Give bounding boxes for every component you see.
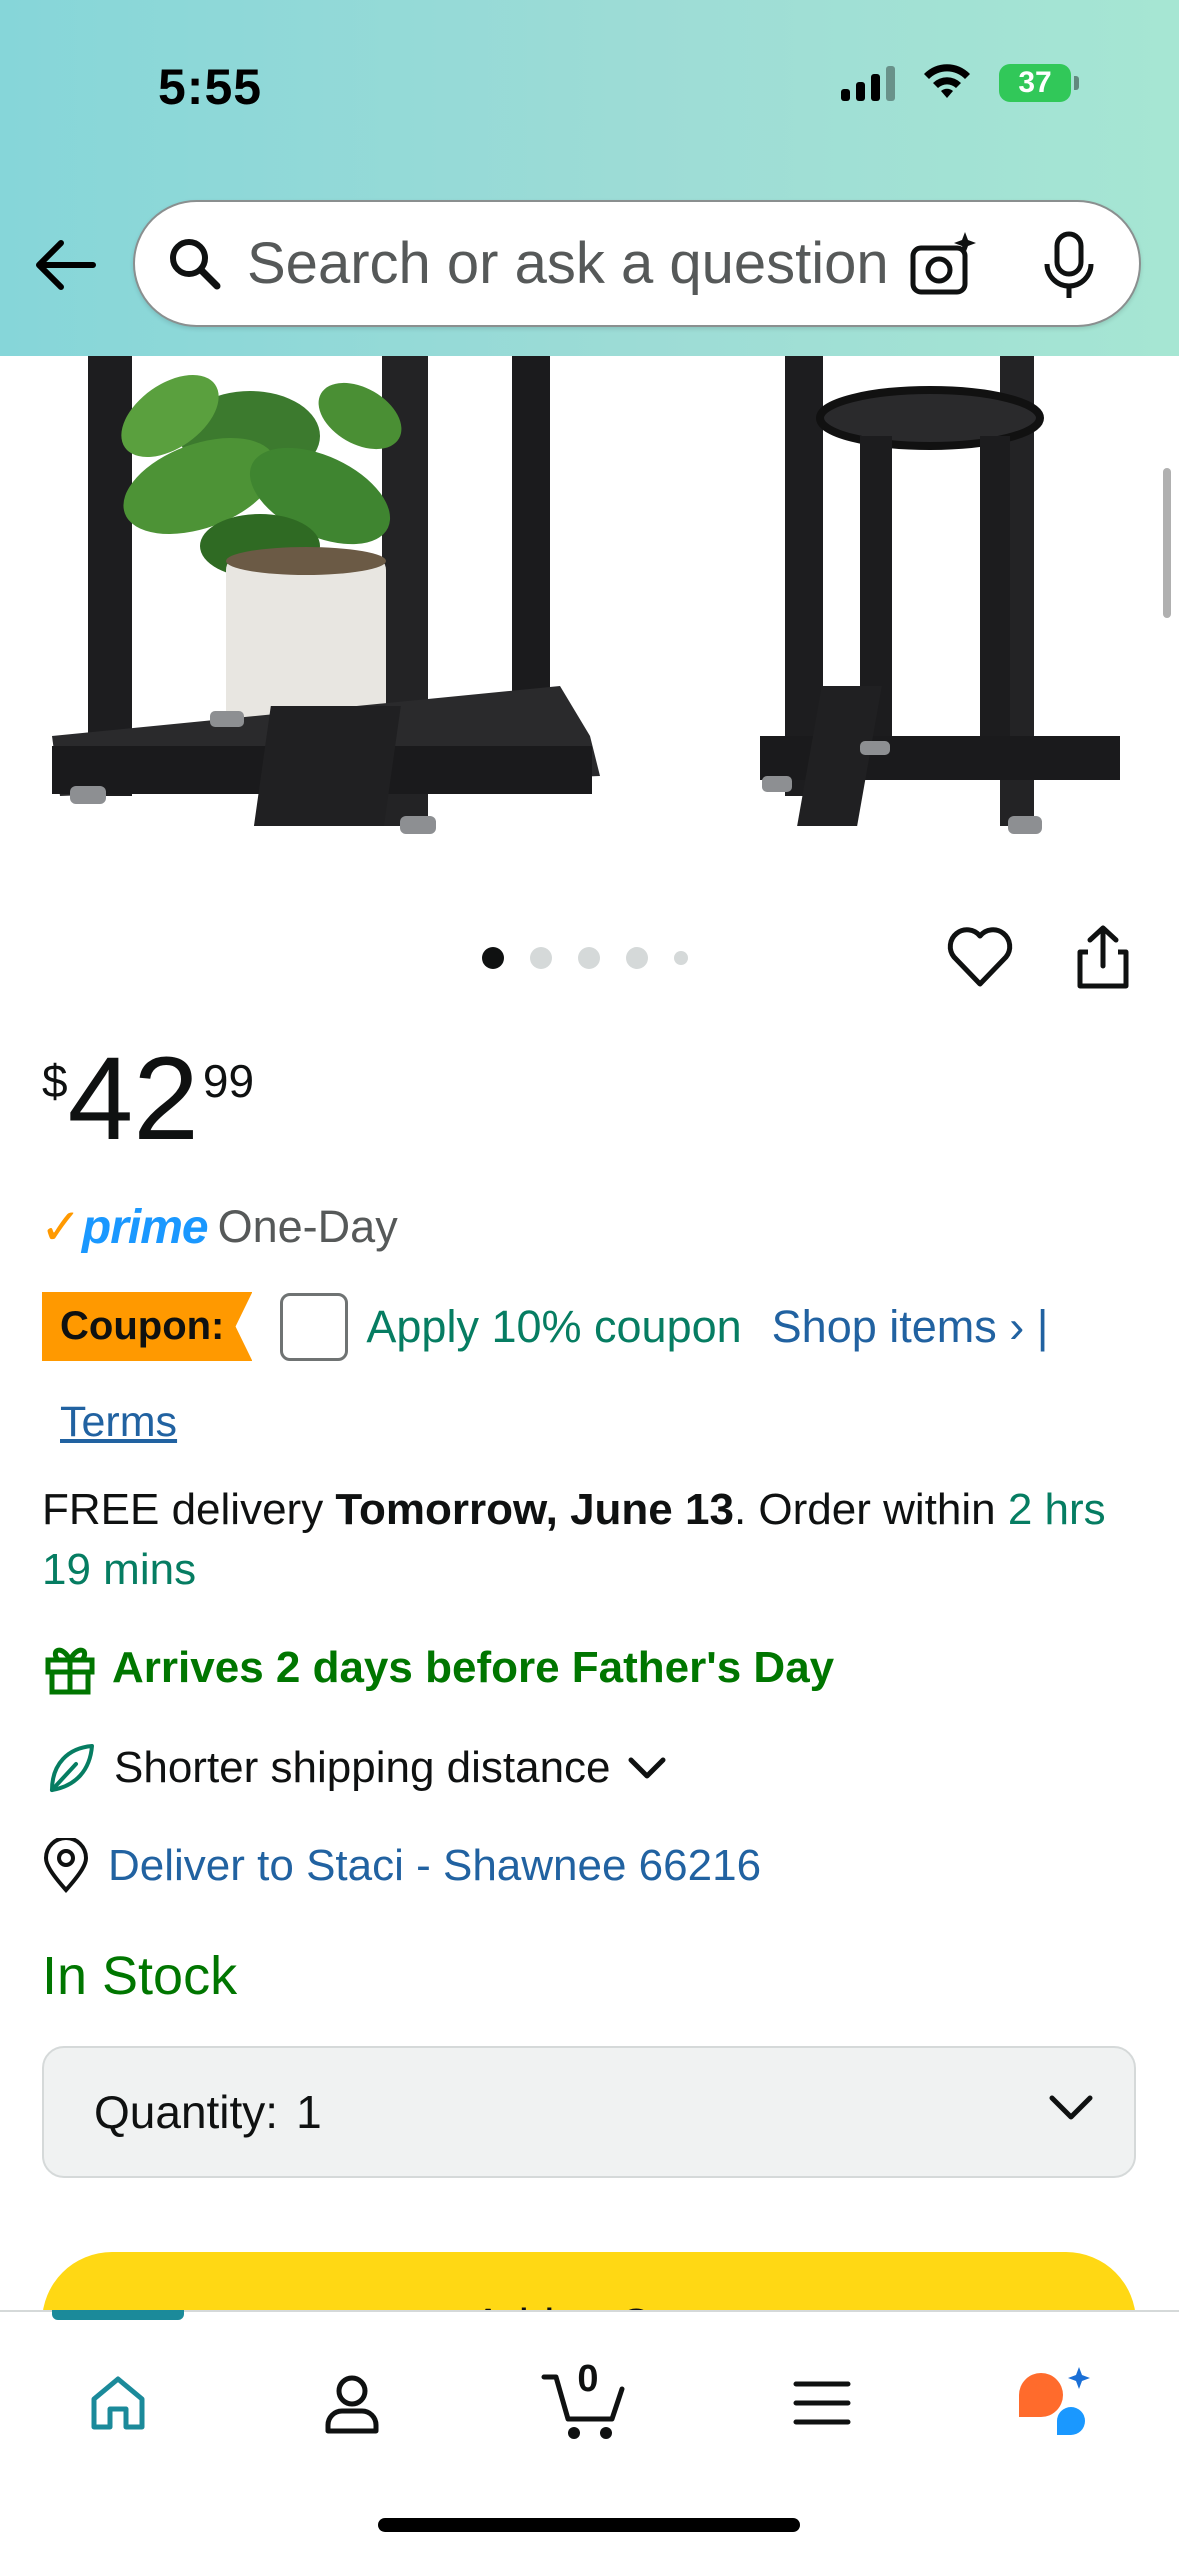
nav-account[interactable] xyxy=(307,2358,397,2448)
search-icon xyxy=(170,238,221,289)
hamburger-menu-icon xyxy=(793,2381,851,2425)
quantity-select[interactable]: Quantity: 1 xyxy=(42,2046,1136,2178)
price-symbol: $ xyxy=(42,1055,68,1107)
camera-search-button[interactable] xyxy=(907,230,979,307)
header: 5:55 37 Search or ask a question xyxy=(0,0,1179,356)
battery-icon: 37 xyxy=(999,64,1079,102)
back-button[interactable] xyxy=(30,230,100,300)
image-carousel-dots[interactable] xyxy=(482,947,688,969)
gift-note-text: Arrives 2 days before Father's Day xyxy=(112,1643,835,1692)
delivery-info: FREE delivery Tomorrow, June 13. Order w… xyxy=(42,1480,1152,1600)
cellular-signal-icon xyxy=(841,65,895,101)
shipping-distance-text: Shorter shipping distance xyxy=(114,1743,611,1792)
share-button[interactable] xyxy=(1068,922,1138,992)
nav-menu[interactable] xyxy=(777,2358,867,2448)
status-time: 5:55 xyxy=(158,59,263,115)
coupon-row: Coupon: Apply 10% coupon Shop items › | xyxy=(42,1292,1048,1361)
search-input[interactable]: Search or ask a question xyxy=(133,200,1141,327)
coupon-terms-link[interactable]: Terms xyxy=(60,1398,177,1447)
add-to-wishlist-button[interactable] xyxy=(945,922,1015,992)
scrollbar[interactable] xyxy=(1163,468,1171,618)
coupon-checkbox[interactable] xyxy=(280,1292,349,1361)
shop-items-link[interactable]: Shop items › | xyxy=(772,1301,1049,1353)
product-image[interactable] xyxy=(0,356,1179,876)
coupon-badge: Coupon: xyxy=(42,1292,253,1361)
delivery-date: Tomorrow, June 13 xyxy=(335,1485,734,1534)
battery-level: 37 xyxy=(999,64,1071,102)
plant-stand-image xyxy=(52,356,1120,834)
deliver-to-text: Deliver to Staci - Shawnee 66216 xyxy=(108,1841,762,1890)
carousel-dot[interactable] xyxy=(674,951,688,965)
leaf-icon xyxy=(50,1744,94,1792)
deliver-to-link[interactable]: Deliver to Staci - Shawnee 66216 xyxy=(42,1838,761,1894)
apply-coupon-label[interactable]: Apply 10% coupon xyxy=(366,1301,741,1353)
voice-search-button[interactable] xyxy=(1039,230,1099,307)
carousel-dot[interactable] xyxy=(482,947,504,969)
carousel-dot[interactable] xyxy=(626,947,648,969)
rufus-assistant-icon xyxy=(1019,2367,1090,2435)
home-icon xyxy=(91,2376,145,2430)
prime-badge: ✓ prime One-Day xyxy=(40,1198,398,1256)
chevron-down-icon xyxy=(628,1757,666,1779)
carousel-dot[interactable] xyxy=(530,947,552,969)
nav-rufus-assistant[interactable] xyxy=(1010,2358,1100,2448)
gift-note: Arrives 2 days before Father's Day xyxy=(42,1640,834,1696)
quantity-value: 1 xyxy=(296,2086,322,2138)
active-tab-indicator xyxy=(52,2310,184,2320)
product-price: $ 42 99 xyxy=(42,1040,254,1158)
status-icons: 37 xyxy=(841,64,1079,102)
prime-delivery-speed: One-Day xyxy=(217,1201,398,1252)
chevron-down-icon xyxy=(1049,2095,1093,2120)
stock-status: In Stock xyxy=(42,1946,238,2006)
prime-check-icon: ✓ xyxy=(40,1199,82,1255)
quantity-label: Quantity: xyxy=(94,2086,279,2138)
shipping-distance-toggle[interactable]: Shorter shipping distance xyxy=(42,1740,667,1796)
gift-icon xyxy=(45,1647,95,1695)
home-indicator[interactable] xyxy=(378,2518,800,2532)
person-icon xyxy=(325,2375,379,2434)
camera-sparkle-icon xyxy=(910,232,976,295)
delivery-middle: . Order within xyxy=(733,1485,1008,1534)
heart-icon xyxy=(947,927,1013,987)
wifi-icon xyxy=(924,64,970,98)
price-whole: 42 xyxy=(67,1033,199,1165)
carousel-dot[interactable] xyxy=(578,947,600,969)
nav-cart[interactable]: 0 xyxy=(540,2358,630,2448)
bottom-nav: 0 xyxy=(0,2310,1179,2556)
cart-count: 0 xyxy=(577,2358,599,2400)
nav-home[interactable] xyxy=(73,2358,163,2448)
arrow-left-icon xyxy=(36,240,96,290)
search-placeholder: Search or ask a question xyxy=(247,231,889,296)
share-icon xyxy=(1077,925,1129,989)
microphone-icon xyxy=(1044,231,1094,298)
prime-logo: prime xyxy=(81,1200,209,1254)
price-fraction: 99 xyxy=(202,1055,255,1107)
delivery-prefix: FREE delivery xyxy=(42,1485,336,1534)
location-pin-icon xyxy=(43,1838,89,1894)
